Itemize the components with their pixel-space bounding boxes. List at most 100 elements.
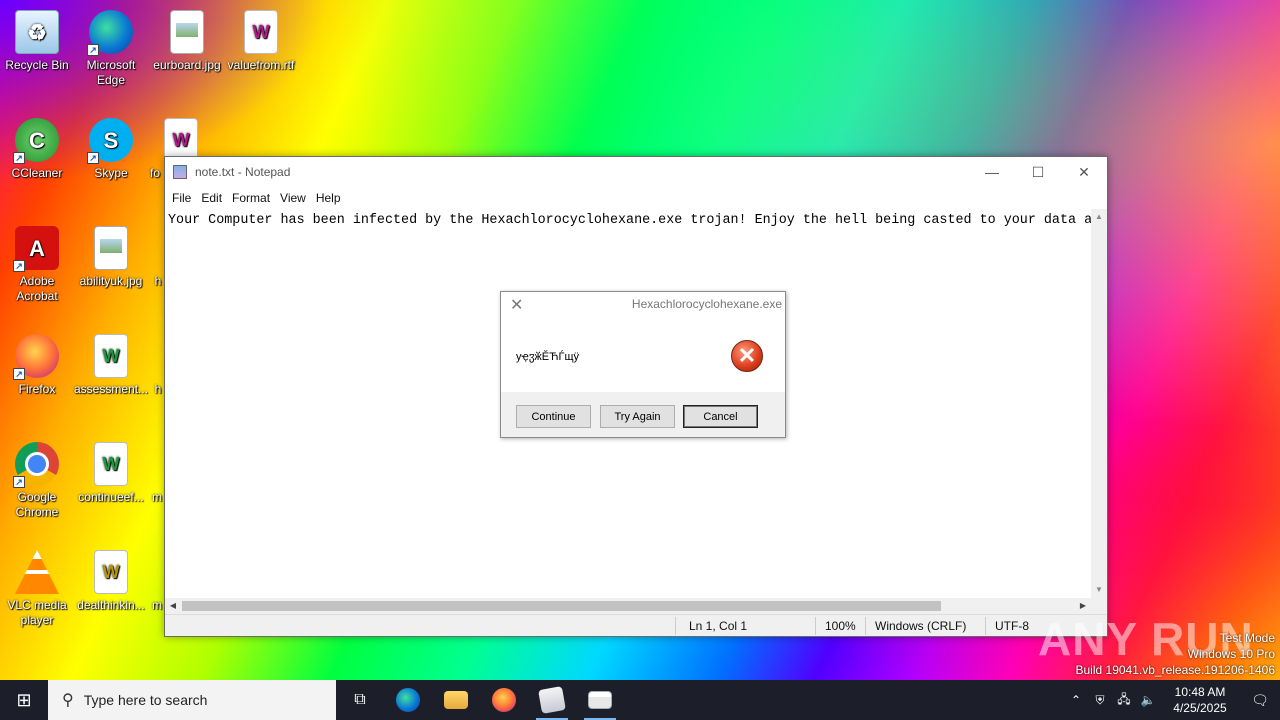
firefox-icon: [492, 688, 516, 712]
shortcut-arrow-icon: ↗: [13, 152, 25, 164]
volume-icon[interactable]: 🔈: [1136, 693, 1160, 707]
continue-button[interactable]: Continue: [516, 405, 591, 428]
desktop-icon-ccleaner[interactable]: C ↗ CCleaner: [0, 118, 74, 181]
menu-file[interactable]: File: [167, 191, 196, 205]
status-line-ending: Windows (CRLF): [875, 619, 967, 633]
security-icon[interactable]: ⛨: [1088, 693, 1112, 708]
menu-help[interactable]: Help: [311, 191, 346, 205]
scroll-up-icon[interactable]: ▲: [1091, 209, 1107, 225]
desktop-icon-firefox[interactable]: ↗ Firefox: [0, 334, 74, 397]
close-button[interactable]: ✕: [1061, 157, 1107, 187]
desktop-icon-vlc[interactable]: VLC media player: [0, 550, 74, 628]
try-again-button[interactable]: Try Again: [600, 405, 675, 428]
clock[interactable]: 10:48 AM 4/25/2025: [1160, 684, 1240, 716]
chevron-up-icon[interactable]: ⌃: [1064, 693, 1088, 707]
desktop-icon-edge[interactable]: ↗ Microsoft Edge: [74, 10, 148, 88]
shortcut-arrow-icon: ↗: [13, 368, 25, 380]
error-dialog[interactable]: ✕ Hexachlorocyclohexane.exe уҿჳӂӖЋЃщӱ ✕ …: [500, 291, 786, 438]
desktop-icon-continueef[interactable]: W continueef...: [74, 442, 148, 505]
notepad-icon: [538, 686, 566, 714]
shortcut-arrow-icon: ↗: [13, 476, 25, 488]
menu-format[interactable]: Format: [227, 191, 275, 205]
word-document-icon: W: [94, 334, 128, 378]
error-window-icon: [588, 691, 612, 709]
minimize-button[interactable]: —: [969, 157, 1015, 187]
taskbar-notepad[interactable]: [528, 680, 576, 720]
desktop-icon-m2[interactable]: m: [150, 598, 164, 613]
chrome-icon: ↗: [13, 442, 59, 488]
notification-icon[interactable]: 🗨: [1240, 692, 1280, 709]
dialog-body: уҿჳӂӖЋЃщӱ ✕: [501, 317, 785, 392]
scroll-left-icon[interactable]: ◀: [165, 598, 181, 614]
clock-time: 10:48 AM: [1174, 685, 1226, 699]
menu-bar: File Edit Format View Help: [165, 187, 1107, 209]
search-placeholder: Type here to search: [83, 692, 208, 708]
desktop-icon-abilityuk[interactable]: abilityuk.jpg: [74, 226, 148, 289]
ccleaner-icon: C ↗: [13, 118, 59, 164]
shortcut-arrow-icon: ↗: [87, 152, 99, 164]
desktop-icon-recycle-bin[interactable]: ♻ Recycle Bin: [0, 10, 74, 73]
scroll-down-icon[interactable]: ▼: [1091, 582, 1107, 598]
desktop-icon-assessment[interactable]: W assessment...: [74, 334, 148, 397]
taskbar: ⊞ ⚲ Type here to search ⧉ ⌃ ⛨ 🖧 🔈 10:48 …: [0, 680, 1280, 720]
edge-icon: [396, 688, 420, 712]
taskbar-firefox[interactable]: [480, 680, 528, 720]
system-tray: ⌃ ⛨ 🖧 🔈 10:48 AM 4/25/2025 🗨: [1064, 680, 1280, 720]
menu-view[interactable]: View: [275, 191, 311, 205]
taskbar-search[interactable]: ⚲ Type here to search: [48, 680, 336, 720]
desktop-icon-dealthinkin[interactable]: W dealthinkin...: [74, 550, 148, 613]
status-zoom: 100%: [825, 619, 856, 633]
dialog-message: уҿჳӂӖЋЃщӱ: [516, 351, 580, 363]
image-file-icon: [170, 10, 204, 54]
taskbar-dialog-app[interactable]: [576, 680, 624, 720]
status-bar: Ln 1, Col 1 100% Windows (CRLF) UTF-8: [165, 614, 1107, 636]
start-button[interactable]: ⊞: [0, 680, 48, 720]
desktop-icon-m1[interactable]: m: [150, 490, 164, 505]
desktop-icon-eurboard[interactable]: eurboard.jpg: [150, 10, 224, 73]
desktop-icon-acrobat[interactable]: A ↗ Adobe Acrobat: [0, 226, 74, 304]
shortcut-arrow-icon: ↗: [13, 260, 25, 272]
dialog-title: Hexachlorocyclohexane.exe: [631, 297, 782, 311]
task-view-icon: ⧉: [354, 691, 366, 708]
menu-edit[interactable]: Edit: [196, 191, 227, 205]
skype-icon: S ↗: [87, 118, 133, 164]
status-encoding: UTF-8: [995, 619, 1029, 633]
dialog-close-icon[interactable]: ✕: [510, 295, 523, 315]
firefox-icon: ↗: [13, 334, 59, 380]
os-watermark: Test Mode Windows 10 Pro Build 19041.vb_…: [1075, 631, 1276, 677]
dialog-titlebar[interactable]: ✕ Hexachlorocyclohexane.exe: [501, 292, 785, 317]
desktop-icon-chrome[interactable]: ↗ Google Chrome: [0, 442, 74, 520]
clock-date: 4/25/2025: [1173, 701, 1227, 715]
image-file-icon: [94, 226, 128, 270]
status-cursor-position: Ln 1, Col 1: [689, 619, 748, 633]
maximize-button[interactable]: ☐: [1015, 157, 1061, 187]
shortcut-arrow-icon: ↗: [87, 44, 99, 56]
window-title: note.txt - Notepad: [195, 165, 291, 179]
vertical-scrollbar[interactable]: ▲ ▼: [1091, 209, 1107, 598]
word-document-icon: W: [94, 550, 128, 594]
desktop-icon-h2[interactable]: h: [152, 382, 164, 397]
taskbar-file-explorer[interactable]: [432, 680, 480, 720]
search-icon: ⚲: [62, 692, 74, 709]
task-view-button[interactable]: ⧉: [336, 680, 384, 720]
desktop-icon-skype[interactable]: S ↗ Skype: [74, 118, 148, 181]
word-document-icon: W: [94, 442, 128, 486]
network-icon[interactable]: 🖧: [1112, 690, 1136, 711]
notepad-titlebar[interactable]: note.txt - Notepad — ☐ ✕: [165, 157, 1107, 187]
horizontal-scroll-thumb[interactable]: [182, 601, 941, 611]
desktop-icon-valuefrom[interactable]: W valuefrom.rtf: [224, 10, 298, 73]
windows-logo-icon: ⊞: [16, 689, 32, 710]
acrobat-icon: A ↗: [13, 226, 59, 272]
vlc-icon: [15, 550, 59, 594]
word-document-icon: W: [244, 10, 278, 54]
taskbar-edge[interactable]: [384, 680, 432, 720]
cancel-button[interactable]: Cancel: [683, 405, 758, 428]
edge-icon: ↗: [87, 10, 133, 56]
desktop-icon-h1[interactable]: h: [152, 274, 164, 289]
error-icon: ✕: [731, 340, 763, 372]
horizontal-scrollbar[interactable]: ◀ ▶: [165, 598, 1091, 614]
notepad-icon: [173, 165, 187, 179]
dialog-button-bar: Continue Try Again Cancel: [501, 392, 785, 437]
folder-icon: [444, 691, 468, 709]
recycle-bin-icon: ♻: [15, 10, 59, 54]
